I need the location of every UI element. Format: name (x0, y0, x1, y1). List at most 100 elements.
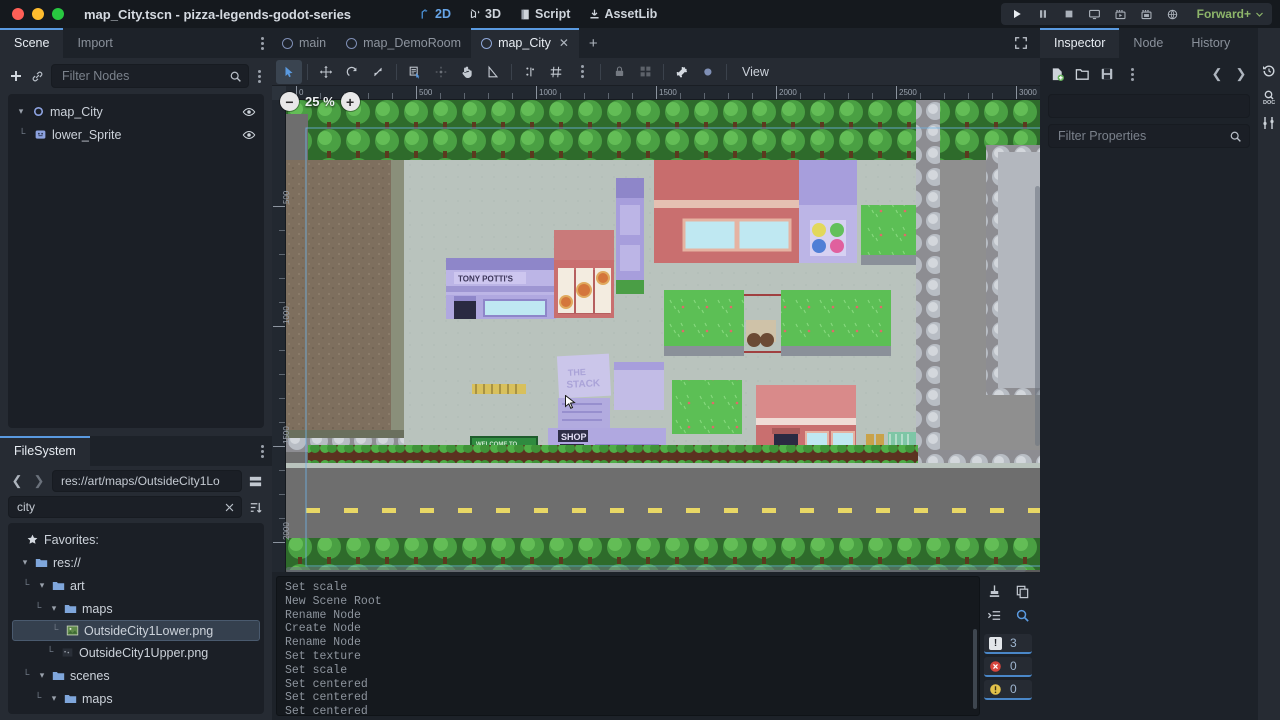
scale-mode-button[interactable] (365, 60, 391, 84)
history-forward-button[interactable]: ❯ (1230, 63, 1252, 85)
filesystem-row-res[interactable]: ▾ res:// (8, 551, 264, 574)
canvas-horizontal-scrollbar[interactable] (286, 567, 1026, 572)
add-node-button[interactable] (8, 65, 24, 87)
renderer-selector[interactable]: Forward+ (1197, 7, 1268, 21)
history-entry[interactable]: Set scale (285, 581, 971, 595)
visibility-toggle-icon[interactable] (242, 128, 256, 142)
chevron-down-icon[interactable]: ▾ (20, 557, 30, 568)
docs-button[interactable]: DOC (1260, 88, 1278, 106)
filesystem-search-box[interactable] (8, 496, 242, 518)
run-movie-button[interactable] (1083, 4, 1107, 24)
chevron-down-icon[interactable]: ▾ (49, 693, 59, 704)
filesystem-favorites-row[interactable]: Favorites: (8, 528, 264, 551)
close-icon[interactable] (224, 502, 235, 513)
history-button[interactable] (1260, 62, 1278, 80)
history-entry[interactable]: Set centered (285, 678, 971, 692)
filesystem-row-scenes[interactable]: └ ▾ scenes (8, 664, 264, 687)
scene-tree-row-map-city[interactable]: ▾ map_City (8, 100, 264, 123)
chevron-down-icon[interactable]: ▾ (16, 106, 26, 117)
menu-assetlib[interactable]: AssetLib (580, 4, 665, 24)
remote-debug-button[interactable] (1161, 4, 1185, 24)
tab-history[interactable]: History (1177, 28, 1244, 58)
scene-tree-row-lower-sprite[interactable]: └ lower_Sprite (8, 123, 264, 146)
filesystem-search-input[interactable] (17, 500, 218, 514)
inspected-object-field[interactable] (1048, 94, 1250, 118)
filter-properties-input[interactable] (1058, 129, 1223, 143)
tab-node[interactable]: Node (1119, 28, 1177, 58)
filter-properties-box[interactable] (1048, 124, 1250, 148)
filesystem-row-scenes-maps[interactable]: └ ▾ maps (8, 687, 264, 710)
filesystem-tree[interactable]: Favorites: ▾ res:// └ ▾ art └ ▾ maps └ O… (8, 523, 264, 714)
tab-filesystem[interactable]: FileSystem (0, 436, 90, 466)
minimize-window-button[interactable] (32, 8, 44, 20)
distraction-free-mode-button[interactable] (1002, 28, 1040, 58)
close-tab-icon[interactable]: ✕ (559, 36, 569, 50)
collapse-button[interactable] (982, 604, 1006, 626)
filesystem-forward-button[interactable]: ❯ (30, 471, 48, 491)
filesystem-row-outsidecity1upper[interactable]: └ OutsideCity1Upper.png (8, 641, 264, 664)
history-scrollbar[interactable] (973, 629, 977, 709)
pause-scene-button[interactable] (1031, 4, 1055, 24)
add-scene-tab-button[interactable]: + (579, 28, 608, 58)
canvas-viewport[interactable]: TONY POTTI'S THE STACK SHOP 0 500 1000 1… (272, 86, 1040, 572)
history-entry[interactable]: Rename Node (285, 609, 971, 623)
rotate-mode-button[interactable] (339, 60, 365, 84)
tab-scene[interactable]: Scene (0, 28, 64, 58)
vertical-ruler[interactable]: 500 1000 1500 2000 (272, 86, 291, 572)
horizontal-ruler[interactable]: 0 500 1000 1500 2000 2500 3000 (272, 86, 1040, 100)
chevron-down-icon[interactable]: ▾ (49, 603, 59, 614)
ruler-measure-button[interactable] (428, 60, 454, 84)
clear-output-button[interactable] (982, 580, 1006, 602)
menu-2d[interactable]: 2D (411, 4, 459, 24)
toggle-snap-button[interactable] (517, 60, 543, 84)
zoom-window-button[interactable] (52, 8, 64, 20)
play-custom-scene-button[interactable] (1135, 4, 1159, 24)
view-menu-button[interactable]: View (732, 61, 779, 83)
menu-script[interactable]: Script (511, 4, 578, 24)
filesystem-row-art[interactable]: └ ▾ art (8, 574, 264, 597)
select-mode-button[interactable] (276, 59, 302, 84)
history-entry[interactable]: New Scene Root (285, 595, 971, 609)
ruler-tool-button[interactable] (480, 60, 506, 84)
scene-tree-menu-button[interactable] (255, 65, 264, 87)
load-resource-button[interactable] (1071, 63, 1093, 85)
canvas-vertical-scrollbar[interactable] (1035, 186, 1040, 446)
visibility-toggle-icon[interactable] (242, 105, 256, 119)
skeleton-button[interactable] (669, 60, 695, 84)
skeleton-options-button[interactable] (695, 60, 721, 84)
scene-tab-map-city[interactable]: map_City ✕ (471, 28, 579, 58)
chevron-down-icon[interactable]: ▾ (37, 580, 47, 591)
history-entry[interactable]: Set centered (285, 705, 971, 715)
history-entry[interactable]: Set scale (285, 664, 971, 678)
tab-inspector[interactable]: Inspector (1040, 28, 1120, 58)
filesystem-row-outsidecity1lower[interactable]: └ OutsideCity1Lower.png (12, 620, 260, 641)
history-back-button[interactable]: ❮ (1206, 63, 1228, 85)
move-mode-button[interactable] (313, 60, 339, 84)
scene-tab-map-demoroom[interactable]: map_DemoRoom (336, 28, 471, 58)
info-count[interactable]: ! 3 (984, 634, 1032, 654)
history-entry[interactable]: Set centered (285, 691, 971, 705)
save-resource-button[interactable] (1096, 63, 1118, 85)
zoom-out-button[interactable]: − (280, 92, 299, 111)
filesystem-sort-button[interactable] (246, 497, 264, 517)
pan-mode-button[interactable] (454, 60, 480, 84)
play-project-button[interactable] (1005, 4, 1029, 24)
history-entry[interactable]: Create Node (285, 622, 971, 636)
filesystem-back-button[interactable]: ❮ (8, 471, 26, 491)
filesystem-row-art-maps[interactable]: └ ▾ maps (8, 597, 264, 620)
scene-tab-main[interactable]: main (272, 28, 336, 58)
resource-extra-menu-button[interactable] (1121, 63, 1143, 85)
filesystem-split-mode-button[interactable] (246, 471, 264, 491)
scene-dock-menu-button[interactable] (253, 28, 272, 58)
error-count[interactable]: 0 (984, 657, 1032, 677)
instantiate-child-scene-button[interactable] (30, 65, 45, 87)
history-output-list[interactable]: Set scale New Scene Root Rename Node Cre… (276, 576, 980, 716)
history-entry[interactable]: Set texture (285, 650, 971, 664)
scene-tree[interactable]: ▾ map_City └ lower_Sprite (8, 94, 264, 428)
filesystem-path-box[interactable]: res://art/maps/OutsideCity1Lo (52, 470, 242, 492)
history-entry[interactable]: Rename Node (285, 636, 971, 650)
chevron-down-icon[interactable]: ▾ (37, 670, 47, 681)
settings-button[interactable] (1260, 114, 1278, 132)
filter-nodes-box[interactable] (51, 64, 249, 88)
close-window-button[interactable] (12, 8, 24, 20)
